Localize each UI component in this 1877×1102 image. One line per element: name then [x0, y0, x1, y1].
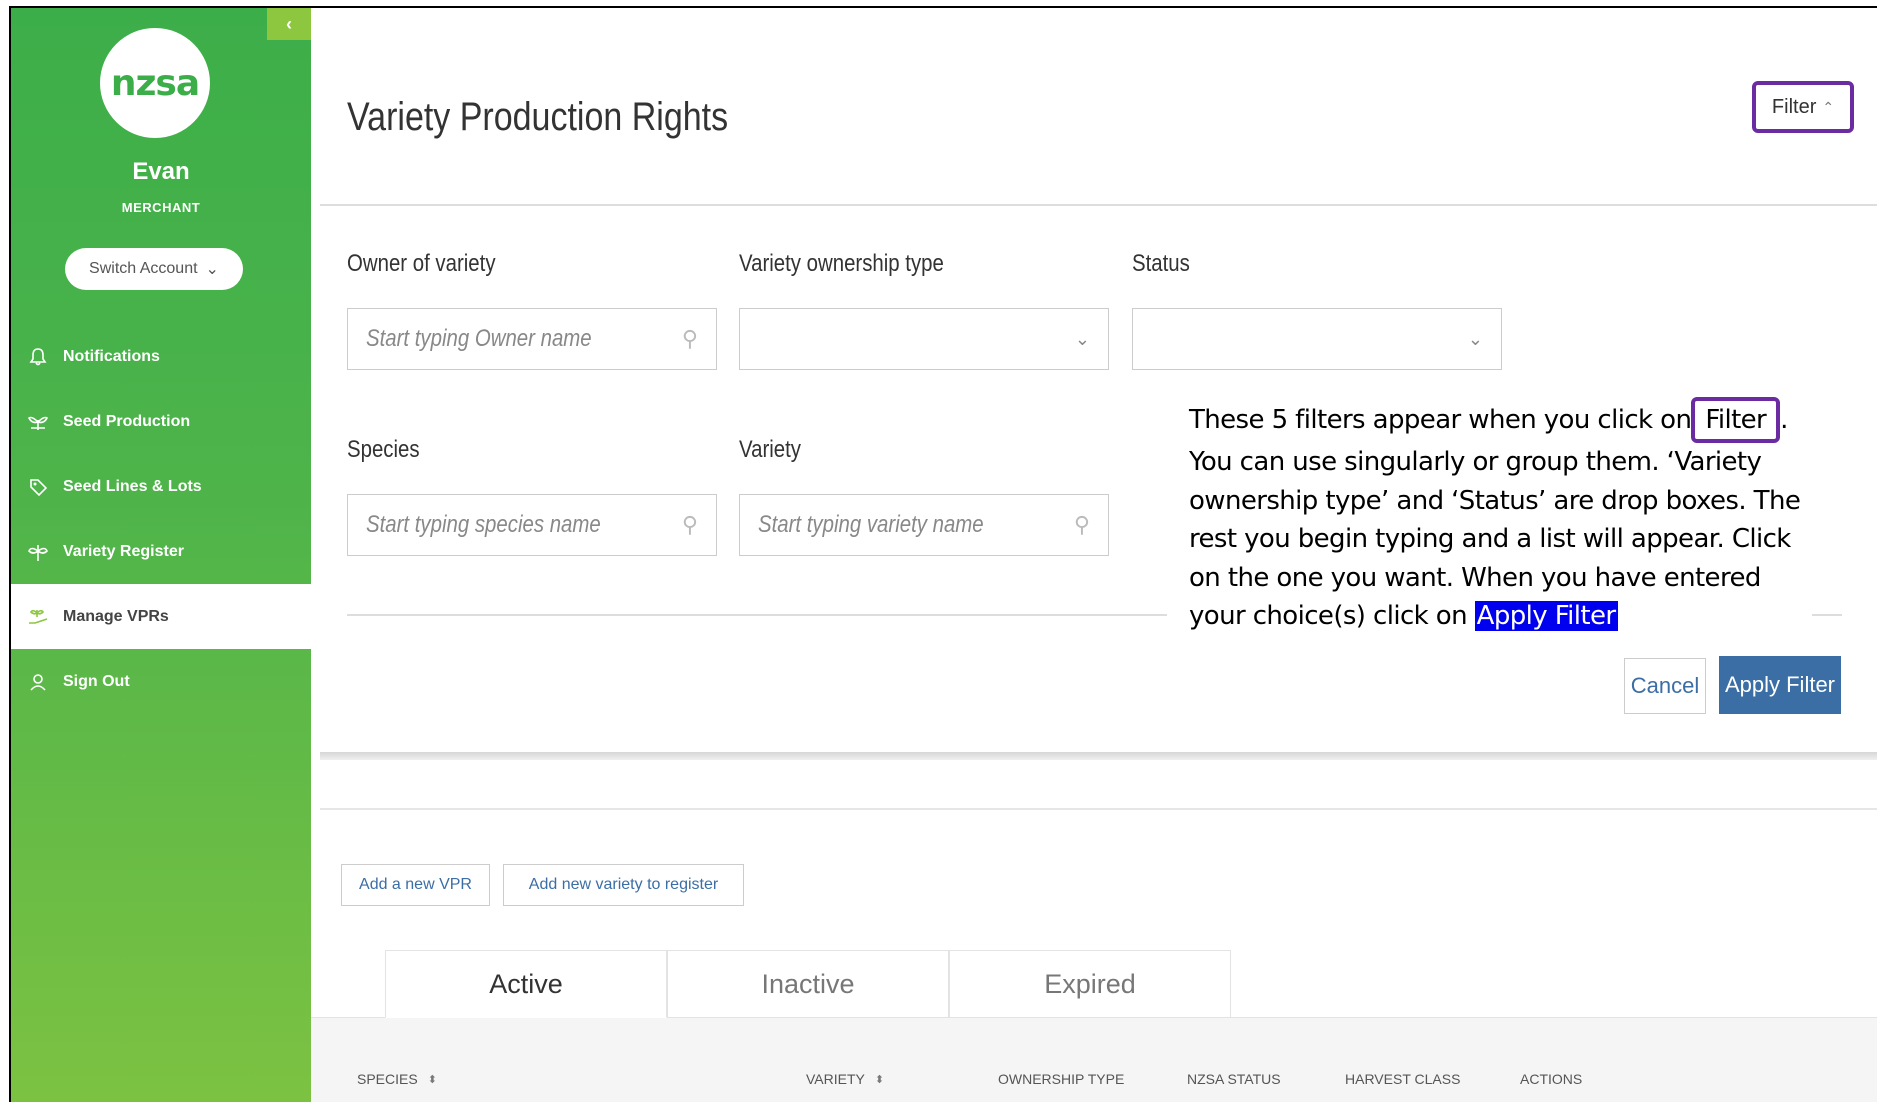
- chevron-down-icon: ⌄: [1074, 328, 1090, 349]
- user-role: MERCHANT: [121, 200, 201, 215]
- column-label: VARIETY: [806, 1071, 865, 1087]
- column-header-nzsa-status: NZSA STATUS: [1187, 1071, 1281, 1087]
- sort-icon: ⬍: [874, 1073, 885, 1086]
- tab-active[interactable]: Active: [385, 950, 667, 1018]
- annotation-filter-highlight: Filter: [1691, 397, 1781, 443]
- divider: [320, 808, 1877, 810]
- column-label: HARVEST CLASS: [1345, 1071, 1461, 1087]
- variety-search-input[interactable]: Start typing variety name ⚲: [739, 494, 1109, 556]
- page-title: Variety Production Rights: [347, 95, 729, 139]
- annotation-apply-highlight: Apply Filter: [1474, 601, 1618, 631]
- sidebar-item-sign-out[interactable]: Sign Out: [11, 649, 311, 714]
- collapse-sidebar-button[interactable]: ‹: [267, 8, 311, 40]
- species-search-input[interactable]: Start typing species name ⚲: [347, 494, 717, 556]
- sidebar-item-label: Seed Production: [63, 412, 191, 430]
- annotation-text-1: These 5 filters appear when you click on: [1189, 405, 1692, 435]
- status-label: Status: [1132, 250, 1190, 277]
- sort-icon: ⬍: [427, 1073, 437, 1086]
- chevron-down-icon: ⌄: [1467, 328, 1483, 349]
- column-header-harvest-class: HARVEST CLASS: [1345, 1071, 1460, 1087]
- help-annotation: These 5 filters appear when you click on…: [1189, 397, 1809, 636]
- filter-toggle-button[interactable]: Filter ⌃: [1752, 81, 1854, 133]
- owner-label: Owner of variety: [347, 250, 496, 277]
- column-label: ACTIONS: [1520, 1071, 1583, 1087]
- seedling-icon: [25, 409, 51, 435]
- owner-placeholder: Start typing Owner name: [366, 325, 592, 352]
- logo-text: nzsa: [110, 62, 200, 104]
- status-select[interactable]: ⌄: [1132, 308, 1502, 370]
- sidebar-item-label: Manage VPRs: [63, 607, 169, 625]
- bell-icon: [25, 344, 51, 370]
- user-icon: [25, 669, 51, 695]
- add-variety-button[interactable]: Add new variety to register: [503, 864, 744, 906]
- sidebar-item-label: Notifications: [63, 347, 160, 365]
- search-icon: ⚲: [1073, 512, 1090, 537]
- tab-inactive[interactable]: Inactive: [667, 950, 949, 1018]
- column-header-variety[interactable]: VARIETY ⬍: [806, 1071, 884, 1087]
- column-label: NZSA STATUS: [1187, 1071, 1281, 1087]
- chevron-up-icon: ⌃: [1822, 98, 1835, 115]
- switch-account-button[interactable]: Switch Account ⌄: [65, 248, 243, 290]
- chevron-down-icon: ⌄: [205, 261, 219, 278]
- ownership-type-select[interactable]: ⌄: [739, 308, 1109, 370]
- divider: [1812, 614, 1842, 616]
- sidebar-item-variety-register[interactable]: Variety Register: [11, 519, 311, 584]
- column-label: SPECIES: [357, 1071, 418, 1087]
- add-vpr-button[interactable]: Add a new VPR: [341, 864, 490, 906]
- ownership-type-label: Variety ownership type: [739, 250, 944, 277]
- chevron-left-icon: ‹: [286, 13, 292, 34]
- sprout-icon: [25, 539, 51, 565]
- variety-label: Variety: [739, 436, 801, 463]
- sidebar-item-label: Seed Lines & Lots: [63, 477, 202, 495]
- sidebar-item-manage-vprs[interactable]: Manage VPRs: [11, 584, 311, 649]
- divider: [347, 614, 1167, 616]
- table-header-area: [311, 1017, 1877, 1102]
- hand-plant-icon: [25, 604, 51, 630]
- search-icon: ⚲: [681, 512, 698, 537]
- filter-toggle-label: Filter: [1771, 95, 1817, 118]
- switch-account-label: Switch Account: [89, 260, 198, 277]
- species-label: Species: [347, 436, 420, 463]
- sidebar-item-seed-production[interactable]: Seed Production: [11, 389, 311, 454]
- column-header-species[interactable]: SPECIES ⬍: [357, 1071, 437, 1087]
- column-header-actions: ACTIONS: [1520, 1071, 1582, 1087]
- sidebar-item-notifications[interactable]: Notifications: [11, 324, 311, 389]
- status-tabs: Active Inactive Expired: [385, 950, 1231, 1018]
- column-header-ownership-type: OWNERSHIP TYPE: [998, 1071, 1124, 1087]
- tag-icon: [25, 474, 51, 500]
- species-placeholder: Start typing species name: [366, 511, 601, 538]
- column-label: OWNERSHIP TYPE: [998, 1071, 1125, 1087]
- search-icon: ⚲: [681, 326, 698, 351]
- owner-search-input[interactable]: Start typing Owner name ⚲: [347, 308, 717, 370]
- sidebar-item-label: Variety Register: [63, 542, 184, 560]
- variety-placeholder: Start typing variety name: [758, 511, 984, 538]
- apply-filter-button[interactable]: Apply Filter: [1719, 656, 1841, 714]
- sidebar-nav: Notifications Seed Production Seed Lines…: [11, 324, 311, 714]
- cancel-button[interactable]: Cancel: [1624, 658, 1706, 714]
- logo: nzsa: [100, 28, 210, 138]
- tab-expired[interactable]: Expired: [949, 950, 1231, 1018]
- user-name: Evan: [132, 158, 190, 185]
- sidebar-item-seed-lines-lots[interactable]: Seed Lines & Lots: [11, 454, 311, 519]
- sidebar-item-label: Sign Out: [63, 672, 130, 690]
- divider: [320, 204, 1877, 206]
- filter-panel-edge: [320, 752, 1877, 760]
